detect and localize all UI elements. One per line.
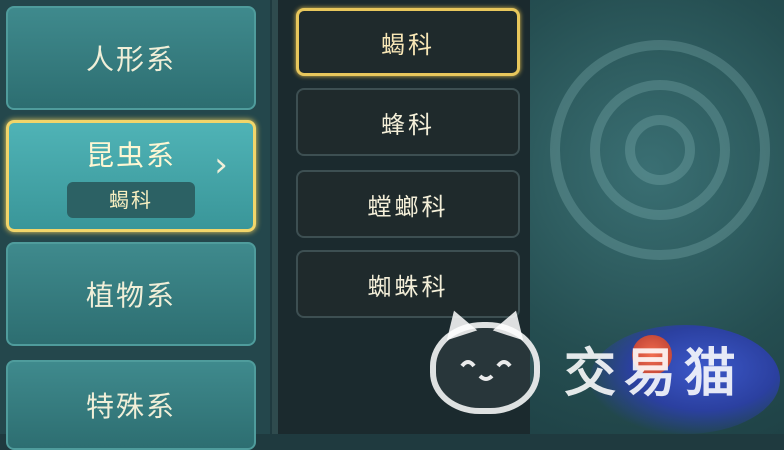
- category-label: 昆虫系: [85, 139, 176, 172]
- selected-subcategory-badge: 蝎科: [67, 182, 195, 218]
- subcategory-label: 螳螂科: [367, 192, 449, 221]
- category-plant-button[interactable]: 植物系: [6, 242, 256, 346]
- cat-face-icon: [460, 360, 512, 381]
- subcategory-scorpion-button[interactable]: 蝎科: [296, 8, 520, 76]
- watermark-text: 交易猫: [564, 343, 745, 404]
- subcategory-label: 蝎科: [381, 30, 435, 59]
- category-panel: 人形系 昆虫系 蝎科 › 植物系 特殊系: [0, 0, 270, 450]
- category-label: 特殊系: [85, 390, 176, 423]
- category-label: 植物系: [85, 279, 176, 312]
- subcategory-bee-button[interactable]: 蜂科: [296, 88, 520, 156]
- category-humanoid-button[interactable]: 人形系: [6, 6, 256, 110]
- watermark: 交易猫: [430, 318, 784, 418]
- subcategory-label: 蜂科: [381, 110, 435, 139]
- category-special-button[interactable]: 特殊系: [6, 360, 256, 450]
- chevron-right-icon: ›: [214, 145, 228, 185]
- subcategory-mantis-button[interactable]: 螳螂科: [296, 170, 520, 238]
- subcategory-label: 蜘蛛科: [367, 272, 449, 301]
- ornament-ring: [625, 115, 695, 185]
- category-label: 人形系: [85, 43, 176, 76]
- cat-logo-icon: [430, 322, 540, 414]
- subcategory-spider-button[interactable]: 蜘蛛科: [296, 250, 520, 318]
